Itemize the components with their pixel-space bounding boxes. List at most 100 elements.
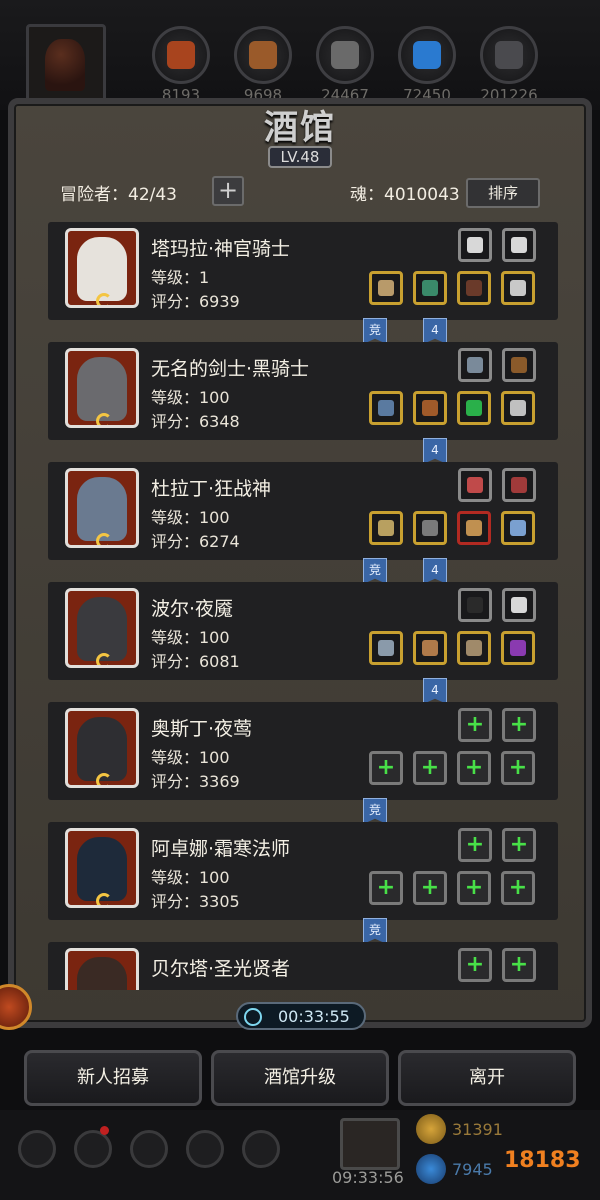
hero-card[interactable]: 无名的剑士·黑骑士 等级：100 评分：6348	[48, 342, 558, 440]
hero-portrait[interactable]	[65, 348, 139, 428]
equipment-slot[interactable]	[501, 391, 535, 425]
hero-name: 波尔·夜魇	[151, 598, 234, 620]
hero-card[interactable]: 波尔·夜魇 等级：100 评分：6081	[48, 582, 558, 680]
refresh-timer-text: 00:33:55	[278, 1007, 350, 1026]
sort-button[interactable]: 排序	[466, 178, 540, 208]
empty-equipment-slot[interactable]: +	[458, 948, 492, 982]
hero-score: 评分：3369	[151, 772, 240, 791]
gem-count: 7945	[452, 1160, 493, 1179]
empty-equipment-slot[interactable]: +	[501, 751, 535, 785]
recruit-button[interactable]: 新人招募	[24, 1050, 202, 1106]
equipment-slot[interactable]	[413, 391, 447, 425]
tavern-level-badge: LV.48	[268, 146, 332, 168]
equipment-slot[interactable]	[502, 348, 536, 382]
hero-card[interactable]: 贝尔塔·圣光贤者 + +	[48, 942, 558, 990]
watermark-logo: 18183	[504, 1148, 581, 1173]
hero-portrait[interactable]	[65, 948, 139, 990]
empty-equipment-slot[interactable]: +	[413, 751, 447, 785]
hero-portrait[interactable]	[65, 708, 139, 788]
empty-equipment-slot[interactable]: +	[502, 708, 536, 742]
ore-icon	[480, 26, 538, 84]
hero-portrait[interactable]	[65, 228, 139, 308]
hero-card[interactable]: 杜拉丁·狂战神 等级：100 评分：6274	[48, 462, 558, 560]
equipment-slot[interactable]	[502, 588, 536, 622]
equipment-slot[interactable]	[457, 271, 491, 305]
equipment-slot[interactable]	[501, 631, 535, 665]
nav-team-icon[interactable]	[74, 1130, 112, 1168]
equipment-slot[interactable]	[457, 391, 491, 425]
clock-icon	[244, 1008, 262, 1026]
nav-quest-icon[interactable]	[186, 1130, 224, 1168]
arena-tag: 竞	[363, 798, 387, 824]
nav-inventory-icon[interactable]	[130, 1130, 168, 1168]
empty-equipment-slot[interactable]: +	[369, 751, 403, 785]
star-tag: 4	[423, 318, 447, 344]
wood-icon	[234, 26, 292, 84]
star-tag: 4	[423, 438, 447, 464]
hero-score: 评分：6939	[151, 292, 240, 311]
hero-level: 等级：1	[151, 268, 210, 287]
refresh-timer: 00:33:55	[236, 1002, 366, 1030]
hero-score: 评分：3305	[151, 892, 240, 911]
equipment-slot[interactable]	[501, 511, 535, 545]
selected-hero-slot[interactable]	[26, 24, 106, 102]
hero-name: 贝尔塔·圣光贤者	[151, 958, 291, 980]
equipment-slot[interactable]	[458, 588, 492, 622]
chest-icon[interactable]	[340, 1118, 400, 1170]
equipment-slot[interactable]	[458, 468, 492, 502]
hero-level: 等级：100	[151, 748, 230, 767]
equipment-slot[interactable]	[457, 511, 491, 545]
hero-name: 杜拉丁·狂战神	[151, 478, 272, 500]
arena-tag: 竞	[363, 558, 387, 584]
hero-score: 评分：6348	[151, 412, 240, 431]
gold-coin-icon	[416, 1114, 446, 1144]
hero-name: 阿卓娜·霜寒法师	[151, 838, 291, 860]
equipment-slot[interactable]	[458, 228, 492, 262]
empty-equipment-slot[interactable]: +	[457, 871, 491, 905]
equipment-slot[interactable]	[369, 271, 403, 305]
upgrade-tavern-button[interactable]: 酒馆升级	[211, 1050, 389, 1106]
empty-equipment-slot[interactable]: +	[502, 828, 536, 862]
equipment-slot[interactable]	[369, 631, 403, 665]
chest-timer: 09:33:56	[332, 1168, 404, 1187]
nav-map-icon[interactable]	[242, 1130, 280, 1168]
equipment-slot[interactable]	[369, 511, 403, 545]
equipment-slot[interactable]	[502, 468, 536, 502]
empty-equipment-slot[interactable]: +	[457, 751, 491, 785]
hero-name: 奥斯丁·夜莺	[151, 718, 253, 740]
gold-count: 31391	[452, 1120, 503, 1139]
hero-portrait[interactable]	[65, 468, 139, 548]
arena-tag: 竞	[363, 318, 387, 344]
add-adventurer-slot-button[interactable]: +	[212, 176, 244, 206]
hero-name: 塔玛拉·神官骑士	[151, 238, 291, 260]
resource-4: 201226	[476, 26, 542, 104]
equipment-slot[interactable]	[457, 631, 491, 665]
hero-card[interactable]: 阿卓娜·霜寒法师 等级：100 评分：3305 + + + + + +	[48, 822, 558, 920]
empty-equipment-slot[interactable]: +	[458, 708, 492, 742]
hero-score: 评分：6274	[151, 532, 240, 551]
leave-button[interactable]: 离开	[398, 1050, 576, 1106]
empty-equipment-slot[interactable]: +	[413, 871, 447, 905]
equipment-slot[interactable]	[501, 271, 535, 305]
hero-card[interactable]: 塔玛拉·神官骑士 等级：1 评分：6939	[48, 222, 558, 320]
equipment-slot[interactable]	[413, 271, 447, 305]
arena-tag: 竞	[363, 918, 387, 944]
star-tag: 4	[423, 678, 447, 704]
equipment-slot[interactable]	[413, 631, 447, 665]
equipment-slot[interactable]	[458, 348, 492, 382]
empty-equipment-slot[interactable]: +	[502, 948, 536, 982]
nav-settings-icon[interactable]	[18, 1130, 56, 1168]
equipment-slot[interactable]	[502, 228, 536, 262]
empty-equipment-slot[interactable]: +	[501, 871, 535, 905]
equipment-slot[interactable]	[413, 511, 447, 545]
hero-card[interactable]: 奥斯丁·夜莺 等级：100 评分：3369 + + + + + +	[48, 702, 558, 800]
adventurer-count: 冒险者：42/43	[60, 185, 177, 205]
hero-level: 等级：100	[151, 868, 230, 887]
hero-portrait[interactable]	[65, 828, 139, 908]
equipment-slot[interactable]	[369, 391, 403, 425]
empty-equipment-slot[interactable]: +	[458, 828, 492, 862]
hero-list[interactable]: 塔玛拉·神官骑士 等级：1 评分：6939 竞 4 无名的剑士·黑骑士 等级：100 评分：6…	[20, 212, 580, 990]
resource-0: 8193	[148, 26, 214, 104]
empty-equipment-slot[interactable]: +	[369, 871, 403, 905]
hero-portrait[interactable]	[65, 588, 139, 668]
